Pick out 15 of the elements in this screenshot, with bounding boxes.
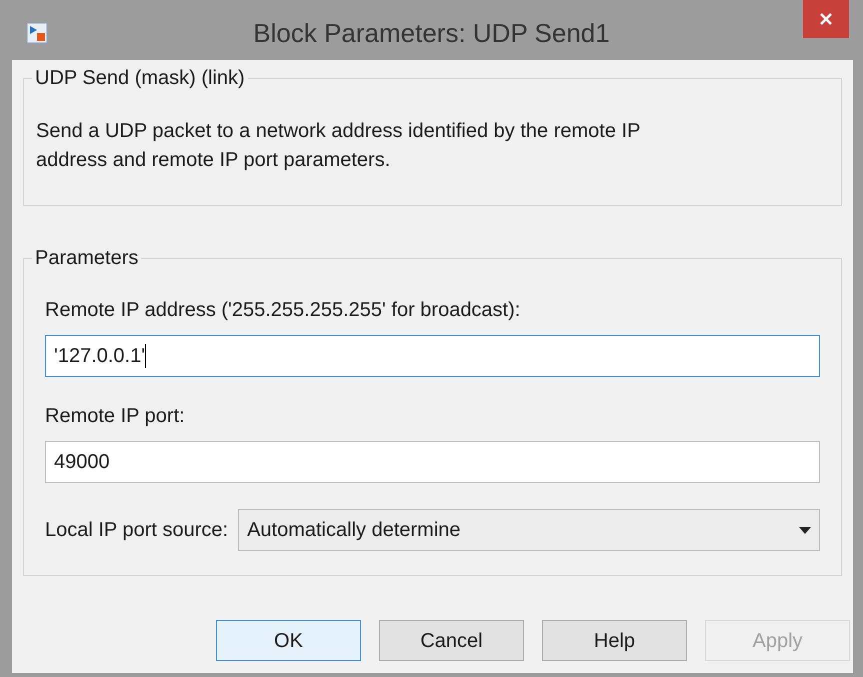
window-title: Block Parameters: UDP Send1	[252, 16, 611, 50]
field-label: Remote IP port:	[45, 404, 186, 429]
caret-icon	[799, 526, 811, 534]
field-label: Remote IP address ('255.255.255.255' for broadcast):	[45, 298, 522, 323]
close-icon	[819, 12, 833, 26]
field-label: Local IP port source:	[45, 518, 228, 543]
input-field[interactable]: '127.0.0.1'	[45, 335, 820, 377]
dialog-button[interactable]: Help	[542, 620, 687, 661]
close-button[interactable]	[803, 0, 849, 38]
description-text: Send a UDP packet to a network address identified by the remote IP address and remote IP port parameters.	[36, 119, 642, 173]
dropdown[interactable]: Automatically determine	[238, 509, 820, 551]
dialog-button[interactable]: Cancel	[379, 620, 524, 661]
dialog-button[interactable]: OK	[216, 620, 361, 661]
app-icon	[26, 22, 48, 44]
input-field[interactable]: 49000	[45, 441, 820, 483]
